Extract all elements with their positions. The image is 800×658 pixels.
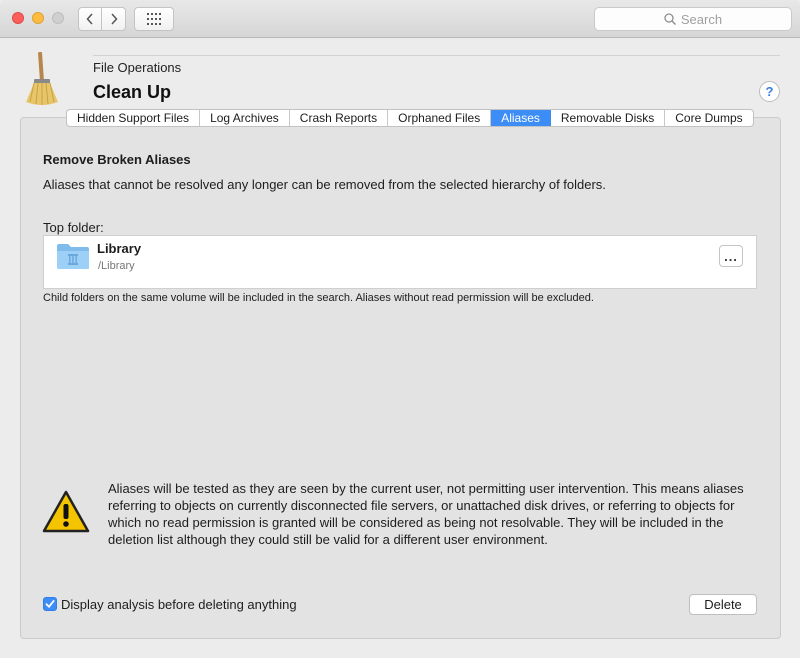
folder-name: Library [97, 241, 142, 256]
search-scope-note: Child folders on the same volume will be… [43, 292, 594, 304]
search-placeholder: Search [680, 11, 723, 27]
chevron-left-icon [86, 13, 93, 25]
tab-log-archives[interactable]: Log Archives [200, 110, 290, 126]
folder-path: /Library [98, 260, 135, 272]
grid-icon [147, 13, 161, 25]
section-description: Aliases that cannot be resolved any long… [43, 177, 606, 192]
tab-orphaned-files[interactable]: Orphaned Files [388, 110, 492, 126]
tab-removable-disks[interactable]: Removable Disks [551, 110, 666, 126]
top-folder-label: Top folder: [43, 220, 104, 235]
chevron-right-icon [110, 13, 118, 25]
content-panel [20, 117, 781, 639]
minimize-window-button[interactable] [32, 12, 44, 24]
display-analysis-label[interactable]: Display analysis before deleting anythin… [61, 597, 297, 612]
checkmark-icon [45, 600, 55, 608]
back-button[interactable] [78, 7, 102, 31]
top-folder-selector[interactable]: Library /Library ... [43, 235, 757, 289]
search-icon [664, 13, 676, 25]
broom-icon [26, 52, 58, 105]
section-label: File Operations [93, 60, 182, 75]
tab-hidden-support-files[interactable]: Hidden Support Files [67, 110, 201, 126]
warning-text: Aliases will be tested as they are seen … [108, 481, 744, 547]
warning-icon [42, 490, 90, 533]
forward-button[interactable] [101, 7, 126, 31]
display-analysis-checkbox[interactable] [43, 597, 57, 611]
tab-crash-reports[interactable]: Crash Reports [290, 110, 389, 126]
tab-aliases[interactable]: Aliases [491, 110, 551, 126]
app-window: Search File Operations Clean Up ? Hidden… [0, 0, 800, 658]
search-input[interactable]: Search [594, 7, 792, 31]
toolbar: Search [0, 0, 800, 38]
tab-core-dumps[interactable]: Core Dumps [665, 110, 752, 126]
show-all-button[interactable] [134, 7, 174, 31]
help-button[interactable]: ? [759, 81, 780, 102]
choose-folder-button[interactable]: ... [719, 245, 743, 267]
page-title: Clean Up [93, 82, 172, 102]
close-window-button[interactable] [12, 12, 24, 24]
section-heading: Remove Broken Aliases [43, 152, 191, 167]
delete-button[interactable]: Delete [689, 594, 757, 615]
tab-bar: Hidden Support Files Log Archives Crash … [66, 109, 754, 127]
zoom-window-button[interactable] [52, 12, 64, 24]
library-folder-icon [57, 244, 89, 269]
header-divider [93, 55, 780, 56]
